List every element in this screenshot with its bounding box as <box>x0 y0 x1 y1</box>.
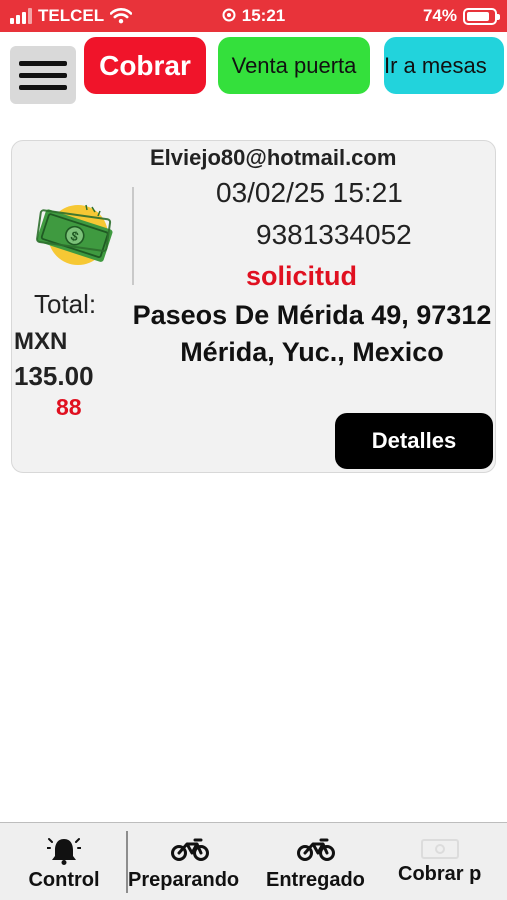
money-icon: $ <box>36 204 113 265</box>
order-number: 88 <box>56 394 82 420</box>
alarm-icon <box>222 8 236 22</box>
motorcycle-icon <box>171 838 209 861</box>
card-divider <box>132 187 134 285</box>
status-bar: TELCEL 15:21 74% <box>0 0 507 32</box>
status-right: 74% <box>422 6 500 26</box>
delivery-address: Paseos De Mérida 49, 97312 Mérida, Yuc.,… <box>132 300 492 367</box>
status-badge: solicitud <box>246 261 358 291</box>
order-card[interactable]: $ Total: MXN 135.00 88 Elviejo80@hotmail… <box>11 140 496 473</box>
battery-icon <box>463 7 500 25</box>
tab-label: Entregado <box>266 869 365 891</box>
bell-icon <box>47 838 81 865</box>
currency-label: MXN <box>14 328 68 355</box>
cash-icon <box>421 839 459 859</box>
clock-time: 15:21 <box>241 6 286 25</box>
top-nav: Cobrar Venta puerta Ir a mesas <box>0 32 507 118</box>
customer-phone: 9381334052 <box>256 219 412 250</box>
tab-label: Cobrar p <box>398 863 482 885</box>
battery-percent: 74% <box>422 6 457 25</box>
ir-a-mesas-button[interactable]: Ir a mesas <box>384 37 504 94</box>
tab-preparando[interactable]: Preparando <box>128 823 253 900</box>
customer-email: Elviejo80@hotmail.com <box>150 145 397 170</box>
tab-cobrar[interactable]: Cobrar p <box>398 823 492 900</box>
tab-label: Control <box>28 869 100 891</box>
tab-control[interactable]: Control <box>10 823 118 900</box>
motorcycle-icon <box>297 838 335 861</box>
tab-label: Preparando <box>128 869 240 891</box>
hamburger-menu-icon[interactable] <box>10 46 76 104</box>
detalles-button[interactable]: Detalles <box>335 413 493 469</box>
bottom-tab-bar: Control Preparando Entregado Cobrar p <box>0 822 507 900</box>
venta-puerta-button[interactable]: Venta puerta <box>218 37 370 94</box>
order-datetime: 03/02/25 15:21 <box>216 177 403 208</box>
cobrar-button[interactable]: Cobrar <box>84 37 206 94</box>
total-amount: 135.00 <box>14 361 94 391</box>
tab-entregado[interactable]: Entregado <box>266 823 370 900</box>
total-label: Total: <box>34 289 97 319</box>
